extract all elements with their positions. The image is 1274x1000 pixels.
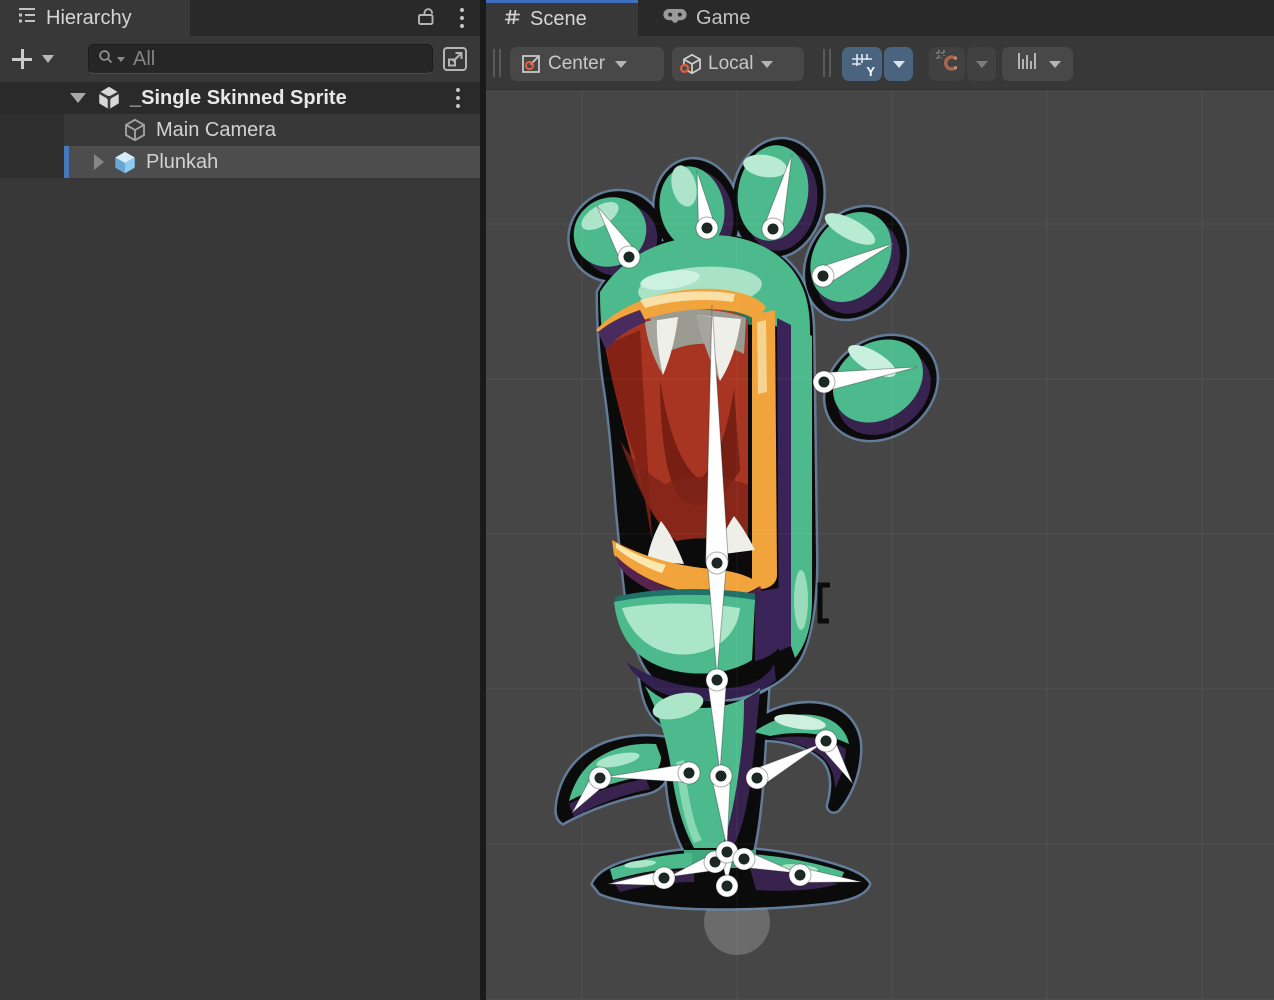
snap-magnet-icon [934,48,960,80]
unity-scene-icon [96,85,122,111]
toolbar-drag-handle[interactable] [822,49,832,77]
foldout-collapsed-icon[interactable] [94,154,104,170]
scene-name: _Single Skinned Sprite [130,87,347,110]
tab-label: Hierarchy [46,7,132,30]
pivot-center-icon [520,53,542,75]
unity-editor: Hierarchy [0,0,1274,1000]
tab-label: Game [696,7,750,30]
hierarchy-panel: Hierarchy [0,0,480,1000]
plunkah-sprite[interactable] [553,133,957,909]
prefab-cube-icon [112,149,138,175]
scene-grid-icon [502,7,522,33]
tool-handle-rotation-button[interactable]: Local [672,47,804,81]
snap-toggle-button[interactable] [929,47,965,81]
scene-panel: Scene Game [486,0,1274,1000]
search-input[interactable] [133,48,424,71]
hierarchy-tabbar: Hierarchy [0,0,480,36]
search-filter-caret-icon [117,57,125,62]
plus-icon [12,49,32,69]
local-cube-icon [680,52,704,76]
hierarchy-tab-actions [414,0,470,36]
chevron-down-icon [893,61,905,68]
open-new-window-icon[interactable] [438,43,472,75]
grid-options-dropdown[interactable] [884,47,913,81]
lock-icon[interactable] [414,4,438,33]
row-gutter [0,146,64,178]
snap-increment-button[interactable] [1002,47,1073,81]
hierarchy-row-camera[interactable]: Main Camera [0,114,480,146]
hierarchy-toolbar [0,36,480,82]
chevron-down-icon [615,61,627,68]
grid-axis-label: Y [866,64,875,79]
tab-scene[interactable]: Scene [486,0,638,36]
foldout-expanded-icon[interactable] [70,93,86,103]
ruler-icon [1015,49,1041,79]
hierarchy-row-plunkah[interactable]: Plunkah [0,146,480,178]
pivot-label: Center [548,53,605,75]
scene-toolbar: Center Local [486,36,1274,90]
chevron-down-icon [761,61,773,68]
hierarchy-row-scene[interactable]: _Single Skinned Sprite [0,82,480,114]
object-name: Plunkah [146,151,218,174]
search-icon [97,48,115,71]
kebab-menu-icon[interactable] [454,6,470,30]
object-name: Main Camera [156,119,276,142]
tool-handle-pivot-button[interactable]: Center [510,47,664,81]
snap-options-dropdown[interactable] [967,47,996,81]
orientation-label: Local [708,53,753,75]
chevron-down-icon [42,55,54,63]
scene-tabbar: Scene Game [486,0,1274,36]
grid-visibility-button[interactable]: Y [842,47,882,81]
toolbar-drag-handle[interactable] [492,49,502,77]
gamepad-icon [662,5,688,31]
tab-game[interactable]: Game [646,0,766,36]
chevron-down-icon [976,61,988,68]
search-field[interactable] [88,44,433,74]
scene-viewport[interactable] [486,90,1274,1000]
selection-accent-bar [64,146,69,178]
grid-axis-icon: Y [850,52,874,76]
scene-options-icon[interactable] [450,86,466,110]
tab-hierarchy[interactable]: Hierarchy [0,0,190,36]
hierarchy-list-icon [16,4,38,32]
chevron-down-icon [1049,61,1061,68]
hierarchy-rows: _Single Skinned Sprite Main Camera [0,82,480,178]
row-gutter [0,114,64,146]
tab-label: Scene [530,8,587,31]
add-object-button[interactable] [12,49,54,69]
gameobject-cube-icon [122,117,148,143]
